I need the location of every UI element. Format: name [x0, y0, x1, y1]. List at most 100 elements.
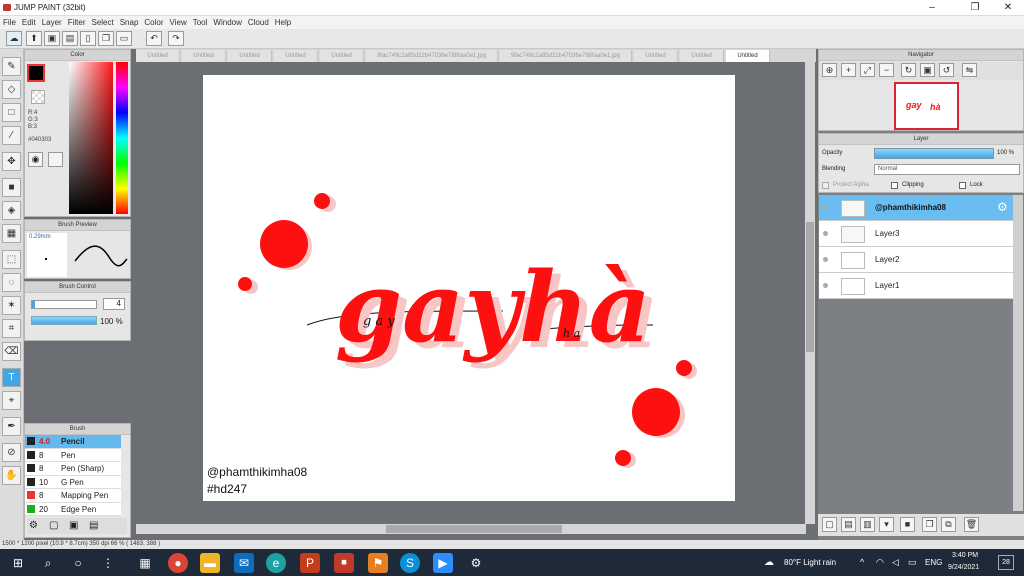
chrome-icon[interactable]: ●	[168, 553, 188, 573]
reset-view-icon[interactable]: ▣	[920, 63, 935, 77]
tab-untitled[interactable]: Untitled	[274, 50, 318, 62]
delete-layer-icon[interactable]: 🗑	[964, 517, 979, 532]
canvas-vertical-scrollbar[interactable]	[805, 62, 815, 524]
layer-row[interactable]: Layer3	[819, 221, 1013, 247]
page-icon[interactable]: ▭	[116, 31, 132, 46]
color-history-icon[interactable]	[48, 152, 63, 167]
palette-icon[interactable]: ◉	[28, 152, 43, 167]
eye-icon[interactable]	[823, 231, 828, 236]
tab-untitled[interactable]: Untitled	[320, 50, 364, 62]
menu-filter[interactable]: Filter	[65, 16, 89, 29]
lock-checkbox[interactable]	[959, 182, 966, 189]
layer-row[interactable]: @phamthikimha08 ⚙	[819, 195, 1013, 221]
brush-item-pencil[interactable]: 4.0 Pencil	[25, 435, 121, 449]
menu-layer[interactable]: Layer	[39, 16, 65, 29]
language-indicator[interactable]: ENG	[925, 558, 942, 567]
search-icon[interactable]: ⌕	[38, 553, 58, 573]
fit-icon[interactable]: ⤢	[860, 63, 875, 77]
brush-settings-icon[interactable]: ⚙	[29, 520, 38, 531]
widgets-icon[interactable]: ⋮	[98, 553, 118, 573]
brush-size-slider[interactable]	[31, 300, 97, 309]
minimize-icon[interactable]: –	[917, 1, 947, 15]
cloud-icon[interactable]: ☁	[6, 31, 22, 46]
hue-slider[interactable]	[116, 62, 128, 214]
menu-help[interactable]: Help	[272, 16, 294, 29]
battery-icon[interactable]: ▭	[908, 557, 917, 568]
brush-size-input[interactable]: 4	[103, 298, 125, 310]
menu-select[interactable]: Select	[88, 16, 116, 29]
layer-row[interactable]: Layer1	[819, 273, 1013, 299]
save-icon[interactable]: ▣	[44, 31, 60, 46]
drawing-canvas[interactable]: gay hà gay hà g a y h a @phamthikimha08 …	[203, 75, 735, 501]
store-icon[interactable]: ▦	[135, 553, 155, 573]
mail-icon[interactable]: ✉	[234, 553, 254, 573]
duplicate-layer-icon[interactable]: ❐	[922, 517, 937, 532]
clock-time[interactable]: 3:40 PM	[952, 552, 978, 559]
tray-chevron-icon[interactable]: ^	[860, 557, 864, 567]
merge-layer-icon[interactable]: ⧉	[941, 517, 956, 532]
redo-icon[interactable]: ↷	[168, 31, 184, 46]
menu-cloud[interactable]: Cloud	[245, 16, 272, 29]
flip-icon[interactable]: ⇋	[962, 63, 977, 77]
tab-jpg-image[interactable]: 9fac749c2a85d22b47036e788faa0e1.jpg	[366, 50, 498, 62]
brush-item-g-pen[interactable]: 10 G Pen	[25, 475, 121, 489]
jump-paint-taskbar-icon[interactable]: ◼	[334, 553, 354, 573]
menu-tool[interactable]: Tool	[190, 16, 211, 29]
layer-opacity-slider[interactable]	[874, 148, 994, 159]
tab-untitled[interactable]: Untitled	[182, 50, 226, 62]
layer-settings-icon[interactable]: ⚙	[997, 200, 1008, 214]
document-icon[interactable]: ▯	[80, 31, 96, 46]
fill-rect-tool-icon[interactable]: ■	[2, 178, 21, 197]
zoom-in-icon[interactable]: +	[841, 63, 856, 77]
move-tool-icon[interactable]: ✥	[2, 152, 21, 171]
new-text-layer-icon[interactable]: ▥	[860, 517, 875, 532]
brush-opacity-slider[interactable]	[31, 316, 97, 325]
brush-copy-icon[interactable]: ▣	[69, 520, 78, 531]
close-icon[interactable]: ✕	[993, 1, 1023, 15]
network-icon[interactable]: ◠	[876, 557, 884, 568]
rotate-icon[interactable]: ↻	[901, 63, 916, 77]
volume-icon[interactable]: ◁	[892, 557, 899, 568]
menu-view[interactable]: View	[167, 16, 190, 29]
line-tool-icon[interactable]: ⁄	[2, 126, 21, 145]
eye-icon[interactable]	[823, 205, 828, 210]
tab-untitled[interactable]: Untitled	[136, 50, 180, 62]
magic-wand-tool-icon[interactable]: ✶	[2, 296, 21, 315]
eyedropper-tool-icon[interactable]: ⊘	[2, 443, 21, 462]
print-icon[interactable]: ▤	[62, 31, 78, 46]
tab-untitled[interactable]: Untitled	[634, 50, 678, 62]
saturation-value-picker[interactable]	[69, 62, 113, 214]
clock-date[interactable]: 9/24/2021	[948, 564, 979, 571]
bucket-tool-icon[interactable]: ◈	[2, 201, 21, 220]
select-eraser-tool-icon[interactable]: ⌫	[2, 342, 21, 361]
skype-icon[interactable]: S	[400, 553, 420, 573]
pen-tool-icon[interactable]: ✒	[2, 417, 21, 436]
notification-center-icon[interactable]: 28	[998, 555, 1014, 570]
brush-item-edge-pen[interactable]: 20 Edge Pen	[25, 502, 121, 516]
brush-item-pen-sharp[interactable]: 8 Pen (Sharp)	[25, 462, 121, 476]
tab-jpg-image[interactable]: 9fac749c2a85d22b47036e788faa0e1.jpg	[500, 50, 632, 62]
copy-icon[interactable]: ❐	[98, 31, 114, 46]
eye-icon[interactable]	[823, 283, 828, 288]
edge-icon[interactable]: e	[266, 553, 286, 573]
brush-item-mapping-pen[interactable]: 8 Mapping Pen	[25, 489, 121, 503]
powerpoint-icon[interactable]: P	[300, 553, 320, 573]
windows-start-icon[interactable]: ⊞	[8, 553, 28, 573]
undo-icon[interactable]: ↶	[146, 31, 162, 46]
rotate-right-icon[interactable]: ↺	[939, 63, 954, 77]
layer-type-dropdown-icon[interactable]: ▾	[879, 517, 894, 532]
background-color-swatch[interactable]	[31, 90, 45, 104]
text-tool-icon[interactable]: T	[2, 368, 21, 387]
menu-window[interactable]: Window	[210, 16, 244, 29]
zoom-app-icon[interactable]: ▶	[433, 553, 453, 573]
menu-file[interactable]: File	[0, 16, 19, 29]
eye-icon[interactable]	[823, 257, 828, 262]
task-view-icon[interactable]: ○	[68, 553, 88, 573]
brush-delete-icon[interactable]: ▤	[89, 520, 98, 531]
protect-alpha-checkbox[interactable]	[822, 182, 829, 189]
lasso-tool-icon[interactable]: ◌	[2, 273, 21, 292]
brush-tool-icon[interactable]: ✎	[2, 57, 21, 76]
folder-icon[interactable]: ■	[900, 517, 915, 532]
settings-gear-icon[interactable]: ⚙	[466, 553, 486, 573]
weather-icon[interactable]: ☁	[764, 557, 774, 568]
